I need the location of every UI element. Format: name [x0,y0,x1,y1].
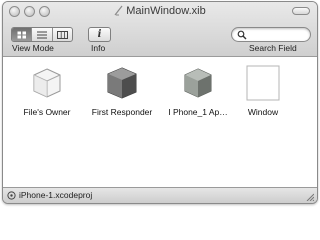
xib-window: MainWindow.xib View Mode i Info Search F… [2,1,318,204]
toolbar-toggle-button[interactable] [292,7,310,15]
window-title-bar: MainWindow.xib [3,5,317,17]
cube-green-icon [184,68,212,98]
list-view-button[interactable] [32,28,53,41]
object-item-files-owner[interactable]: File's Owner [7,65,87,117]
icon-grid-icon [17,31,26,38]
window-title: MainWindow.xib [126,5,206,17]
search-field[interactable] [231,27,311,42]
status-bar: iPhone-1.xcodeproj [3,187,317,203]
cube-outline-icon [33,68,61,98]
object-item-first-responder[interactable]: First Responder [82,65,162,117]
object-label: First Responder [91,107,153,117]
list-icon [36,31,47,38]
object-item-window[interactable]: Window [223,65,303,117]
view-mode-segmented-control[interactable] [11,27,73,42]
resize-grip-icon[interactable] [305,192,314,201]
object-label: File's Owner [23,107,71,117]
objects-icon-view: File's Owner First Responder I Phone_1 A… [3,57,317,187]
toolbar: MainWindow.xib View Mode i Info Search F… [3,2,317,57]
info-icon: i [97,29,102,40]
icon-view-button[interactable] [12,28,33,41]
window-icon [246,65,280,101]
xib-document-icon [114,5,123,16]
search-field-label: Search Field [249,43,297,53]
column-view-button[interactable] [53,28,72,41]
project-name: iPhone-1.xcodeproj [19,190,93,200]
view-mode-label: View Mode [12,43,54,53]
info-button[interactable]: i [88,27,111,42]
columns-icon [56,30,68,39]
search-icon [237,30,247,40]
info-label: Info [91,43,106,53]
project-status-icon [7,191,16,200]
cube-dark-icon [107,67,137,99]
object-label: Window [247,107,279,117]
